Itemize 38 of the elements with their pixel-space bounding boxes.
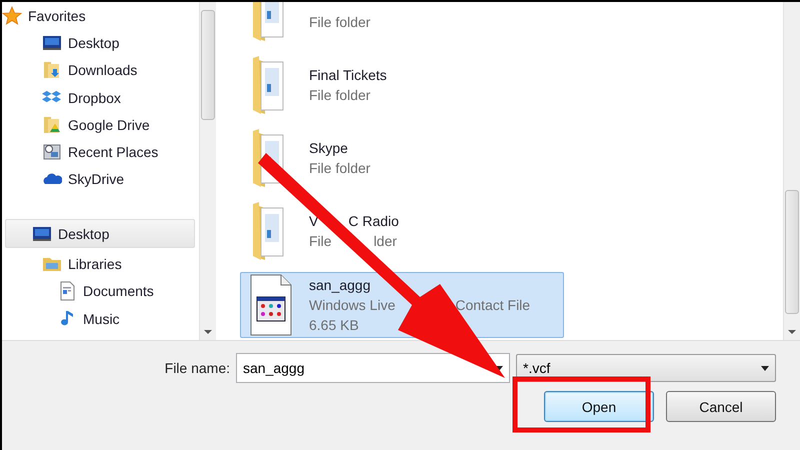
- file-type-dropdown[interactable]: *.vcf: [516, 354, 776, 382]
- file-type: Contact File: [455, 297, 530, 313]
- file-item[interactable]: V C Radio File lder: [240, 199, 564, 265]
- nav-item[interactable]: Google Drive: [2, 111, 195, 138]
- nav-item[interactable]: Music: [2, 304, 195, 332]
- nav-item[interactable]: Favorites: [2, 2, 195, 30]
- nav-item[interactable]: Desktop: [2, 29, 195, 57]
- recent-places-icon: [42, 142, 62, 162]
- file-name: V: [309, 213, 318, 229]
- file-type: lder: [374, 233, 397, 249]
- nav-item[interactable]: Downloads: [2, 56, 195, 84]
- file-name: Skype: [309, 140, 348, 156]
- file-name-field[interactable]: san_aggg: [236, 353, 510, 383]
- scrollbar[interactable]: [783, 2, 800, 340]
- scrollbar[interactable]: [199, 2, 216, 340]
- file-type: File: [309, 233, 332, 249]
- star-icon: [2, 6, 22, 26]
- file-type: File folder: [309, 87, 370, 103]
- nav-item[interactable]: SkyDrive: [2, 166, 195, 194]
- file-name: C Radio: [348, 213, 399, 229]
- folder-icon: [42, 60, 62, 80]
- file-size: 6.65 KB: [309, 317, 359, 333]
- file-name: Final Tickets: [309, 67, 387, 83]
- nav-item[interactable]: Dropbox: [2, 84, 195, 112]
- file-name: san_aggg: [309, 277, 371, 293]
- file-item[interactable]: File folder: [240, 2, 564, 46]
- file-type: File folder: [309, 160, 370, 176]
- folder-icon: [42, 114, 62, 135]
- file-type: File folder: [309, 14, 370, 30]
- nav-item[interactable]: Libraries: [2, 250, 195, 278]
- file-type: Windows Live: [309, 297, 396, 313]
- nav-item[interactable]: Recent Places: [2, 138, 195, 166]
- open-button[interactable]: Open: [544, 391, 654, 422]
- field-label: File name:: [164, 360, 230, 376]
- nav-item[interactable]: Desktop: [5, 219, 195, 248]
- cancel-button[interactable]: Cancel: [666, 391, 776, 422]
- nav-item[interactable]: Documents: [2, 278, 195, 305]
- file-item[interactable]: Final Tickets File folder: [240, 53, 564, 119]
